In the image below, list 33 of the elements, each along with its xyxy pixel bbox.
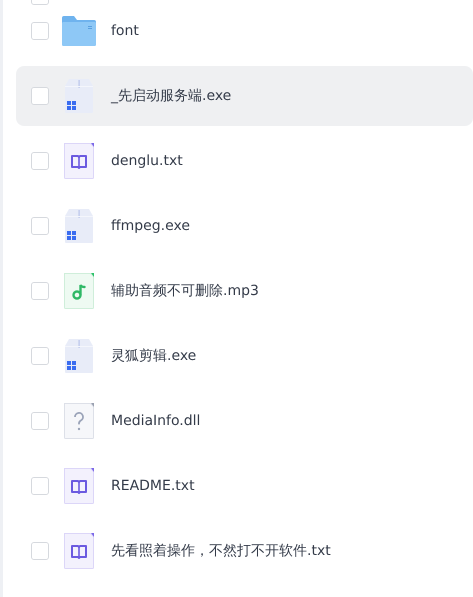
- folder-icon: [61, 15, 97, 47]
- unknown-file-icon: [63, 402, 95, 440]
- checkbox[interactable]: [31, 22, 49, 40]
- checkbox[interactable]: [31, 87, 49, 105]
- file-name: ffmpeg.exe: [111, 218, 190, 234]
- file-row[interactable]: MediaInfo.dll: [16, 391, 473, 451]
- file-name: README.txt: [111, 478, 195, 494]
- file-row[interactable]: 灵狐剪辑.exe: [16, 326, 473, 386]
- file-name: 辅助音频不可删除.mp3: [111, 282, 259, 300]
- book-document-icon: [63, 532, 95, 570]
- file-row[interactable]: _先启动服务端.exe: [16, 66, 473, 126]
- file-row[interactable]: README.txt: [16, 456, 473, 516]
- checkbox[interactable]: [31, 412, 49, 430]
- file-row[interactable]: font: [16, 1, 473, 61]
- file-name: _先启动服务端.exe: [111, 87, 232, 105]
- music-document-icon: [63, 272, 95, 310]
- checkbox[interactable]: [31, 542, 49, 560]
- checkbox[interactable]: [31, 152, 49, 170]
- file-name: denglu.txt: [111, 153, 183, 169]
- checkbox[interactable]: [31, 217, 49, 235]
- checkbox[interactable]: [31, 282, 49, 300]
- book-document-icon: [63, 142, 95, 180]
- file-row[interactable]: 先看照着操作，不然打不开软件.txt: [16, 521, 473, 581]
- file-row[interactable]: ffmpeg.exe: [16, 196, 473, 256]
- checkbox[interactable]: [31, 347, 49, 365]
- file-name: 灵狐剪辑.exe: [111, 347, 196, 365]
- file-name: 先看照着操作，不然打不开软件.txt: [111, 542, 331, 560]
- file-row[interactable]: 辅助音频不可删除.mp3: [16, 261, 473, 321]
- file-row[interactable]: denglu.txt: [16, 131, 473, 191]
- book-document-icon: [63, 467, 95, 505]
- checkbox[interactable]: [31, 477, 49, 495]
- file-name: MediaInfo.dll: [111, 413, 200, 429]
- file-name: font: [111, 23, 139, 39]
